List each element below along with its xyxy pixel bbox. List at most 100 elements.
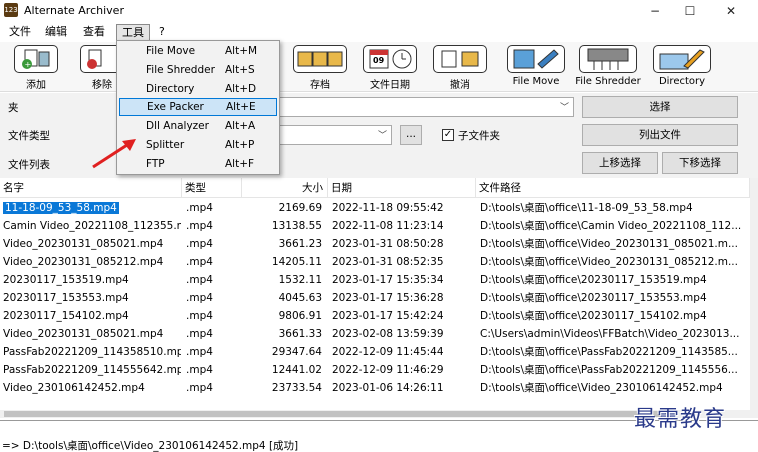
subfolder-checkbox[interactable]: ✓	[442, 129, 454, 141]
column-header-path[interactable]: 文件路径	[476, 178, 750, 198]
table-row[interactable]: Video_230106142452.mp4 .mp4 23733.54 2023-0…	[0, 379, 750, 397]
cell-size: 4045.63	[242, 289, 322, 307]
cell-text: .mp4	[186, 238, 213, 250]
list-files-button[interactable]: 列出文件	[582, 124, 738, 146]
table-row[interactable]: 20230117_153553.mp4 .mp4 4045.63 2023-01-17…	[0, 289, 750, 307]
add-button[interactable]: + 添加	[10, 45, 62, 91]
cell-text: D:\tools\桌面\office\PassFab20221209_11435…	[480, 346, 738, 358]
archive-button[interactable]: 存档	[290, 45, 350, 91]
cell-type: .mp4	[186, 289, 242, 307]
cell-name: 20230117_153553.mp4	[3, 289, 181, 307]
menu-item-splitter[interactable]: Splitter Alt+P	[119, 137, 277, 155]
cell-size: 2169.69	[242, 199, 322, 217]
cell-path: C:\Users\admin\Videos\FFBatch\Video_2023…	[480, 325, 750, 343]
menu-item-file-move[interactable]: File Move Alt+M	[119, 43, 277, 61]
move-down-button[interactable]: 下移选择	[662, 152, 738, 174]
cell-name: Video_20230131_085021.mp4	[3, 235, 181, 253]
menu-item-file-shredder[interactable]: File Shredder Alt+S	[119, 62, 277, 80]
cell-size: 23733.54	[242, 379, 322, 397]
cell-date: 2023-01-31 08:52:35	[332, 253, 476, 271]
cell-type: .mp4	[186, 271, 242, 289]
menu-item-exe-packer[interactable]: Exe Packer Alt+E	[119, 98, 277, 116]
cell-type: .mp4	[186, 325, 242, 343]
cell-path: D:\tools\桌面\office\Camin Video_20221108_…	[480, 217, 750, 235]
cell-date: 2022-11-08 11:23:14	[332, 217, 476, 235]
cell-size: 3661.33	[242, 325, 322, 343]
menu-item-directory[interactable]: Directory Alt+D	[119, 81, 277, 99]
chevron-down-icon[interactable]: ﹀	[560, 100, 569, 113]
cell-text: 1532.11	[278, 274, 322, 286]
menu-tools[interactable]: 工具	[116, 24, 150, 41]
cell-date: 2023-01-06 14:26:11	[332, 379, 476, 397]
cell-name: PassFab20221209_114358510.mp4	[3, 343, 181, 361]
cell-size: 1532.11	[242, 271, 322, 289]
menu-item-label: File Move	[146, 45, 196, 57]
undo-button[interactable]: 撤消	[430, 45, 490, 91]
browse-button[interactable]: ...	[400, 125, 422, 145]
cell-text: .mp4	[186, 346, 213, 358]
column-header-date[interactable]: 日期	[328, 178, 476, 198]
cell-path: D:\tools\桌面\office\Video_20230131_085021…	[480, 235, 750, 253]
cell-text: .mp4	[186, 328, 213, 340]
file-date-button[interactable]: 09 文件日期	[360, 45, 420, 91]
table-row[interactable]: Camin Video_20221108_112355.m... .mp4 1313…	[0, 217, 750, 235]
menu-file[interactable]: 文件	[4, 24, 36, 41]
table-row[interactable]: PassFab20221209_114358510.mp4 .mp4 29347.6…	[0, 343, 750, 361]
column-header-size[interactable]: 大小	[242, 178, 328, 198]
cell-text: 14205.11	[271, 256, 322, 268]
cell-name: 20230117_154102.mp4	[3, 307, 181, 325]
chevron-down-icon[interactable]: ﹀	[378, 128, 387, 141]
cell-text: 2169.69	[278, 202, 322, 214]
table-row[interactable]: PassFab20221209_114555642.mp4 .mp4 12441.0…	[0, 361, 750, 379]
cell-path: D:\tools\桌面\office\20230117_154102.mp4	[480, 307, 750, 325]
table-row[interactable]: Video_20230131_085021.mp4 .mp4 3661.33 2023…	[0, 325, 750, 343]
cell-text: 2023-01-17 15:36:28	[332, 292, 444, 304]
cell-name: Camin Video_20221108_112355.m...	[3, 217, 181, 235]
column-header-type[interactable]: 类型	[182, 178, 242, 198]
cell-path: D:\tools\桌面\office\Video_20230131_085212…	[480, 253, 750, 271]
table-row[interactable]: Video_20230131_085021.mp4 .mp4 3661.23 2023…	[0, 235, 750, 253]
cell-date: 2022-12-09 11:46:29	[332, 361, 476, 379]
column-header-name[interactable]: 名字	[0, 178, 182, 198]
table-row[interactable]: 11-18-09_53_58.mp4 .mp4 2169.69 2022-11-18 …	[0, 199, 750, 217]
file-move-button[interactable]: File Move	[504, 45, 568, 89]
cell-size: 3661.23	[242, 235, 322, 253]
select-button[interactable]: 选择	[582, 96, 738, 118]
calendar-day-text: 09	[373, 56, 385, 65]
table-row[interactable]: 20230117_153519.mp4 .mp4 1532.11 2023-01-17…	[0, 271, 750, 289]
cell-type: .mp4	[186, 253, 242, 271]
add-label: 添加	[26, 80, 46, 91]
cell-text: 23733.54	[271, 382, 322, 394]
directory-button[interactable]: Directory	[650, 45, 714, 89]
vertical-scrollbar[interactable]	[750, 178, 758, 418]
move-up-button[interactable]: 上移选择	[582, 152, 658, 174]
cell-text: PassFab20221209_114358510.mp4	[3, 346, 181, 358]
table-row[interactable]: Video_20230131_085212.mp4 .mp4 14205.11 202…	[0, 253, 750, 271]
menu-item-dll-analyzer[interactable]: Dll Analyzer Alt+A	[119, 118, 277, 136]
cell-type: .mp4	[186, 217, 242, 235]
cell-text: Video_20230131_085212.mp4	[3, 256, 164, 268]
filetype-combo[interactable]: ﹀	[278, 125, 392, 145]
maximize-button[interactable]: ☐	[675, 2, 705, 20]
menu-edit[interactable]: 编辑	[40, 24, 72, 41]
table-row[interactable]: 20230117_154102.mp4 .mp4 9806.91 2023-01-17…	[0, 307, 750, 325]
cell-text: PassFab20221209_114555642.mp4	[3, 364, 181, 376]
folder-combo[interactable]: ﹀	[278, 97, 574, 117]
menu-item-shortcut: Alt+S	[225, 64, 255, 76]
cell-name: Video_20230131_085212.mp4	[3, 253, 181, 271]
minimize-button[interactable]: −	[640, 2, 670, 20]
cell-text: 11-18-09_53_58.mp4	[3, 202, 119, 214]
menu-help[interactable]: ?	[154, 24, 170, 41]
cell-path: D:\tools\桌面\office\Video_230106142452.mp…	[480, 379, 750, 397]
cell-text: 2022-12-09 11:45:44	[332, 346, 444, 358]
menu-item-shortcut: Alt+F	[225, 158, 255, 170]
cell-text: 20230117_154102.mp4	[3, 310, 129, 322]
scrollbar-thumb[interactable]	[4, 411, 674, 417]
menu-view[interactable]: 查看	[78, 24, 110, 41]
file-shredder-button[interactable]: File Shredder	[574, 45, 642, 89]
window-title: Alternate Archiver	[24, 4, 124, 17]
menu-item-ftp[interactable]: FTP Alt+F	[119, 156, 277, 174]
cell-text: 2022-11-08 11:23:14	[332, 220, 444, 232]
close-button[interactable]: ✕	[716, 2, 746, 20]
menu-item-shortcut: Alt+D	[225, 83, 257, 95]
